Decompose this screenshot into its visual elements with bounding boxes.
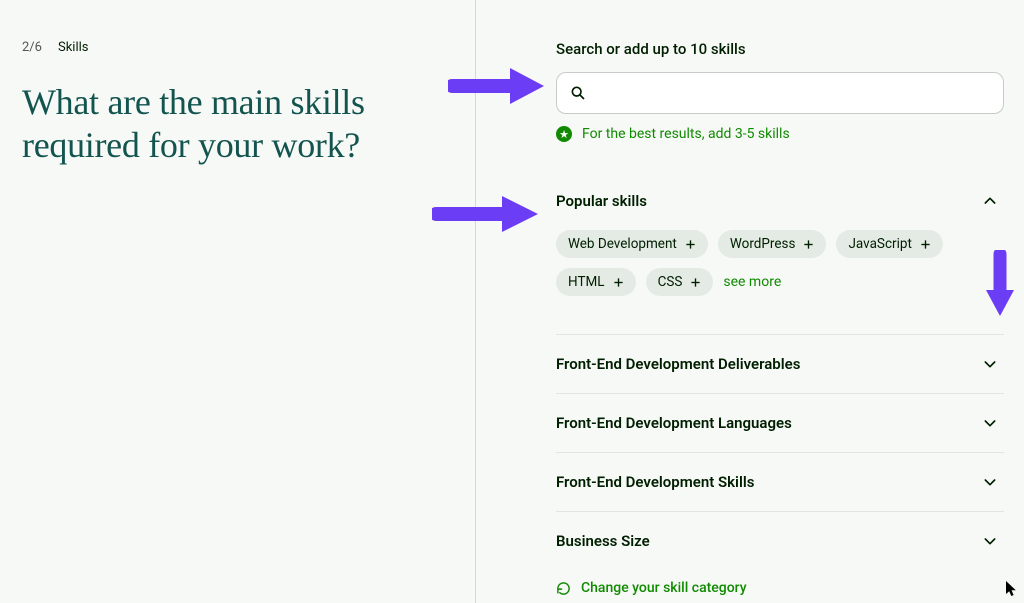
chip-label: JavaScript: [848, 236, 911, 252]
skill-chip[interactable]: Web Development: [556, 230, 708, 258]
chevron-down-icon: [982, 356, 998, 372]
step-label: Skills: [58, 40, 89, 55]
step-indicator: 2/6 Skills: [22, 40, 445, 55]
chip-label: HTML: [568, 274, 605, 290]
plus-icon: [803, 239, 814, 250]
category-label: Business Size: [556, 532, 650, 550]
search-label: Search or add up to 10 skills: [556, 40, 1004, 58]
category-row[interactable]: Business Size: [556, 512, 1004, 570]
see-more-link[interactable]: see more: [723, 274, 781, 290]
chevron-up-icon: [982, 193, 998, 209]
popular-skills-header[interactable]: Popular skills: [556, 174, 1004, 228]
plus-icon: [613, 277, 624, 288]
popular-skills-chips: Web Development WordPress JavaScript HTM…: [556, 230, 1004, 296]
search-icon: [570, 85, 586, 101]
category-label: Front-End Development Languages: [556, 414, 792, 432]
chip-label: WordPress: [730, 236, 796, 252]
change-category-text: Change your skill category: [581, 580, 747, 596]
left-pane: 2/6 Skills What are the main skills requ…: [0, 0, 476, 603]
skill-chip[interactable]: WordPress: [718, 230, 827, 258]
change-category-link[interactable]: Change your skill category: [556, 580, 1004, 596]
step-counter: 2/6: [22, 40, 42, 55]
popular-skills-title: Popular skills: [556, 192, 647, 210]
search-input[interactable]: [556, 72, 1004, 114]
chevron-down-icon: [982, 474, 998, 490]
chevron-down-icon: [982, 415, 998, 431]
category-label: Front-End Development Deliverables: [556, 355, 800, 373]
refresh-icon: [556, 581, 571, 596]
category-list: Front-End Development Deliverables Front…: [556, 334, 1004, 570]
page-title: What are the main skills required for yo…: [22, 81, 445, 167]
cursor-icon: [1006, 581, 1018, 601]
hint-row: ★ For the best results, add 3-5 skills: [556, 126, 1004, 142]
category-row[interactable]: Front-End Development Languages: [556, 394, 1004, 453]
chip-label: CSS: [658, 274, 683, 290]
plus-icon: [690, 277, 701, 288]
category-row[interactable]: Front-End Development Skills: [556, 453, 1004, 512]
category-label: Front-End Development Skills: [556, 473, 754, 491]
skill-chip[interactable]: JavaScript: [836, 230, 942, 258]
star-icon: ★: [556, 126, 572, 142]
category-row[interactable]: Front-End Development Deliverables: [556, 334, 1004, 394]
right-pane: Search or add up to 10 skills ★ For the …: [476, 0, 1024, 603]
plus-icon: [685, 239, 696, 250]
search-field[interactable]: [556, 72, 1004, 114]
skill-chip[interactable]: CSS: [646, 268, 714, 296]
chevron-down-icon: [982, 533, 998, 549]
chip-label: Web Development: [568, 236, 677, 252]
plus-icon: [920, 239, 931, 250]
hint-text: For the best results, add 3-5 skills: [582, 126, 790, 142]
skill-chip[interactable]: HTML: [556, 268, 636, 296]
